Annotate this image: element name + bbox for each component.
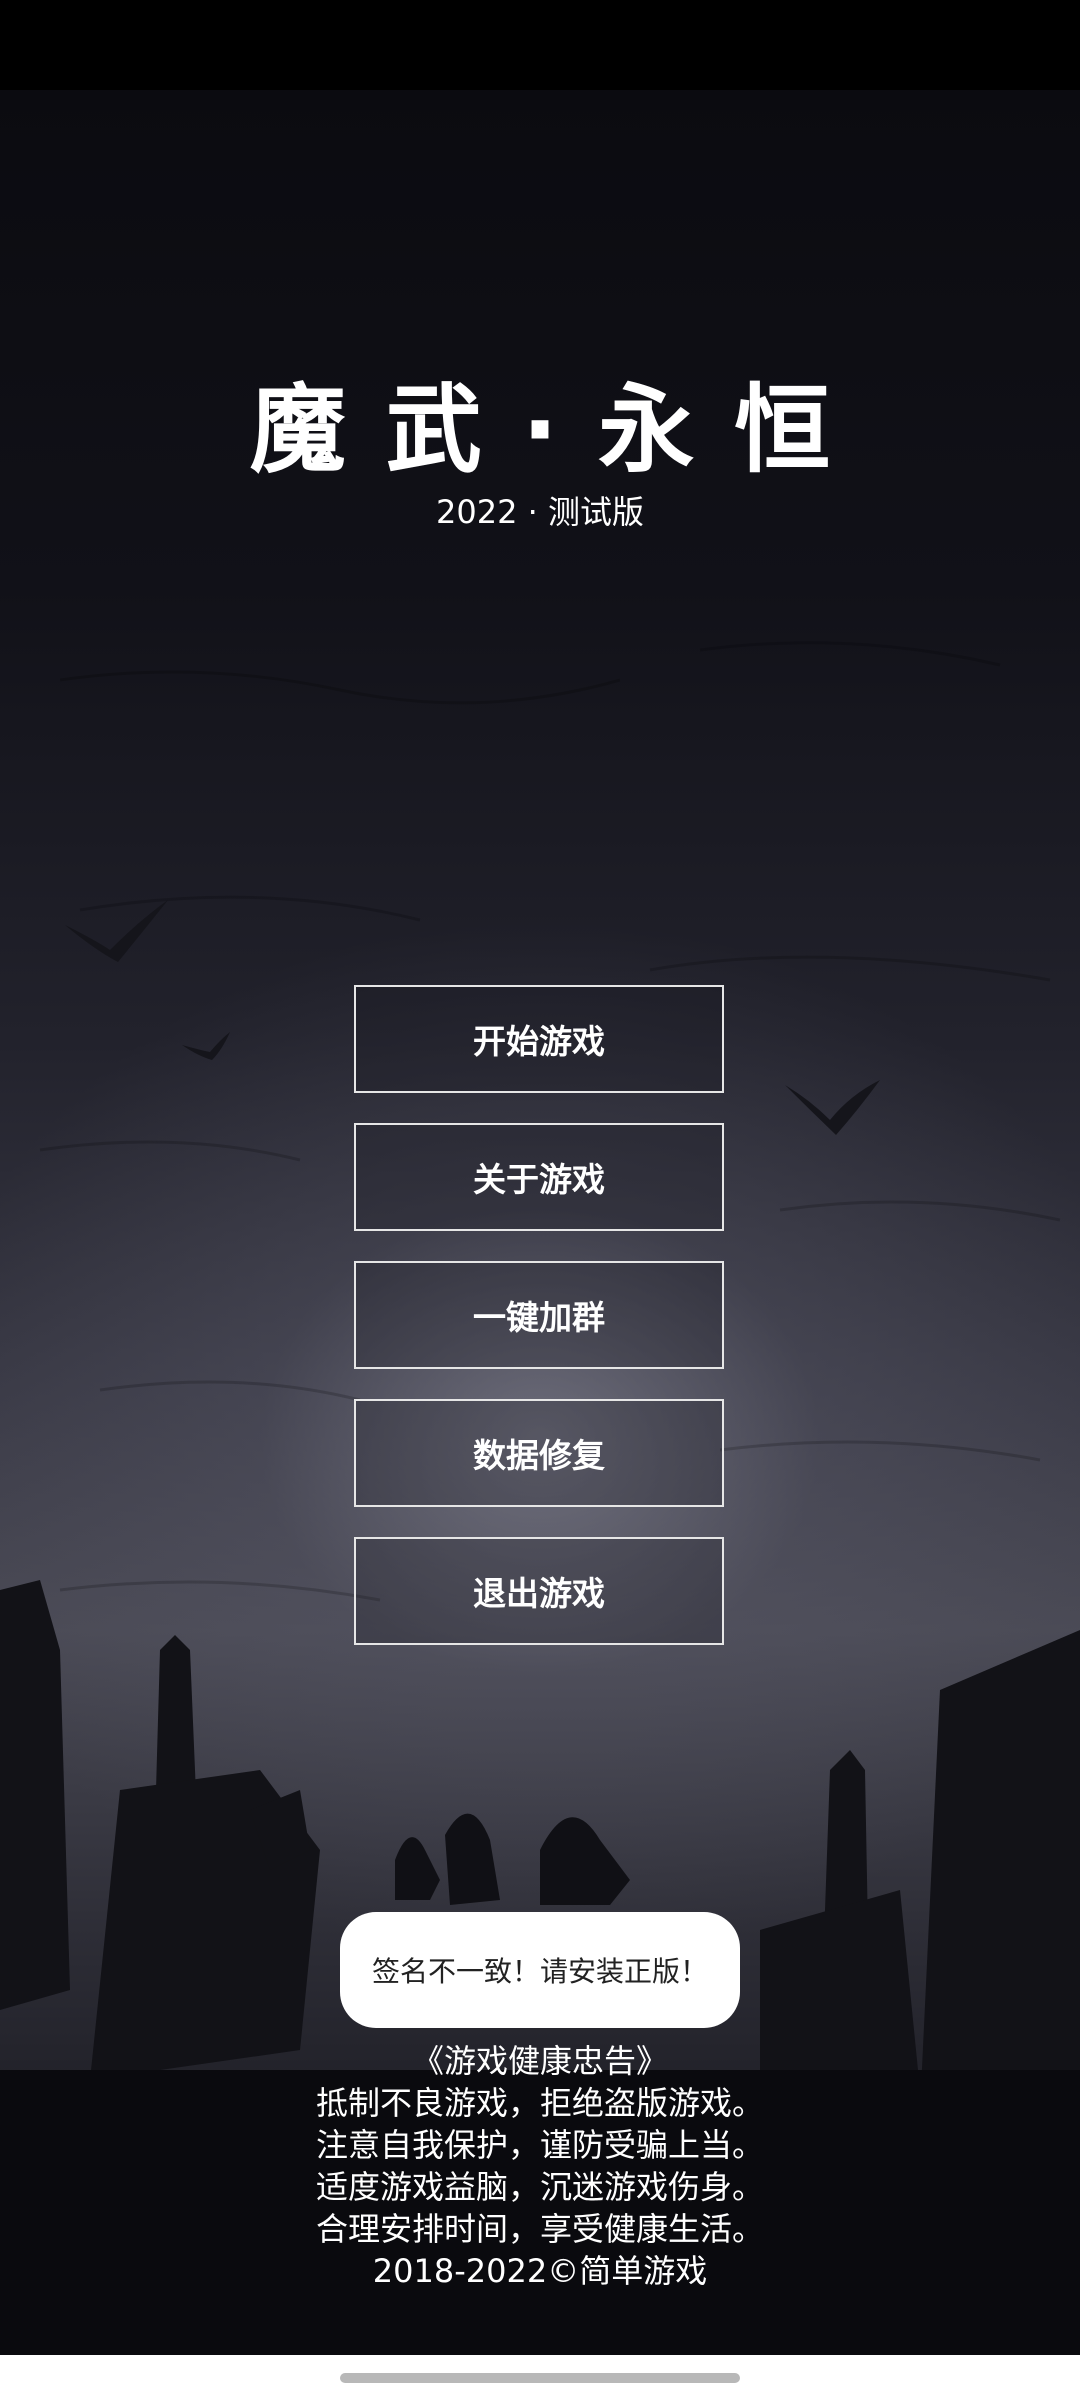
crow-icon <box>785 1080 880 1135</box>
health-notice-line: 合理安排时间，享受健康生活。 <box>315 2210 764 2248</box>
riders-silhouette <box>395 1813 630 1905</box>
exit-game-button[interactable]: 退出游戏 <box>354 1537 724 1645</box>
health-notice-heading: 《游戏健康忠告》 <box>411 2042 668 2080</box>
about-game-button[interactable]: 关于游戏 <box>354 1123 724 1231</box>
game-screen: 魔武·永恒 2022 · 测试版 开始游戏 关于游戏 一键加群 数据修复 退出游… <box>0 0 1080 2400</box>
ruins-silhouette <box>0 1580 1080 2110</box>
toast-message: 签名不一致！请安装正版！ <box>371 1955 708 1988</box>
game-title: 魔武·永恒 <box>249 374 871 486</box>
start-game-button[interactable]: 开始游戏 <box>354 985 724 1093</box>
health-notice-line: 适度游戏益脑，沉迷游戏伤身。 <box>315 2168 764 2206</box>
health-notice-line: 注意自我保护，谨防受骗上当。 <box>315 2126 764 2164</box>
join-group-button[interactable]: 一键加群 <box>354 1261 724 1369</box>
signature-warning-toast: 签名不一致！请安装正版！ <box>340 1912 740 2028</box>
health-notice-line: 抵制不良游戏，拒绝盗版游戏。 <box>315 2084 764 2122</box>
data-repair-button[interactable]: 数据修复 <box>354 1399 724 1507</box>
home-indicator[interactable] <box>340 2373 740 2383</box>
crow-icon <box>182 1032 230 1060</box>
navigation-bar <box>0 2355 1080 2400</box>
health-notice: 《游戏健康忠告》 抵制不良游戏，拒绝盗版游戏。 注意自我保护，谨防受骗上当。 适… <box>0 2040 1080 2292</box>
game-version-subtitle: 2022 · 测试版 <box>436 493 644 531</box>
copyright-text: 2018-2022©简单游戏 <box>372 2252 708 2290</box>
status-bar <box>0 0 1080 90</box>
